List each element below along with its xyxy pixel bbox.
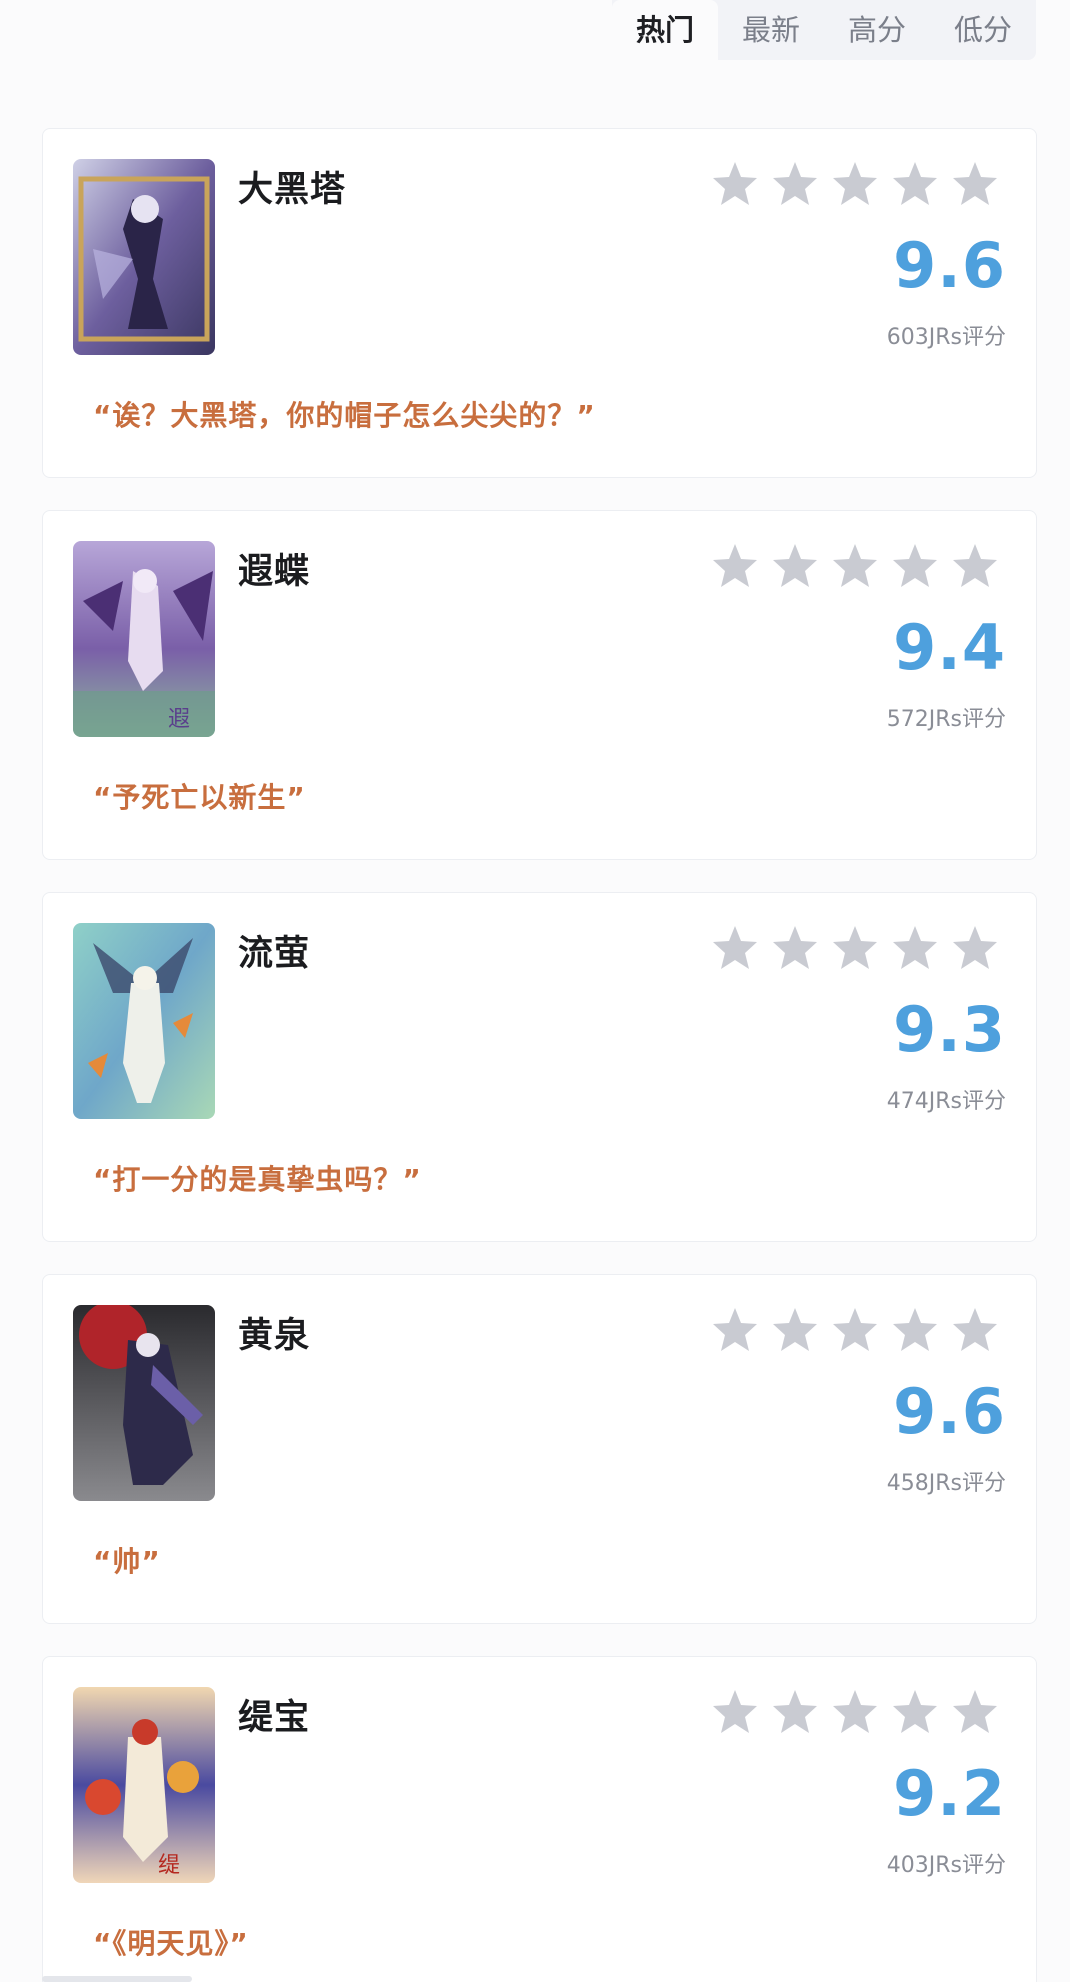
character-card[interactable]: 大黑塔 9.6 603JRs评分 “诶？大黑塔，你的帽子怎么尖尖的？” — [42, 128, 1037, 478]
character-list: 大黑塔 9.6 603JRs评分 “诶？大黑塔，你的帽子怎么尖尖的？” 遐 遐蝶… — [42, 128, 1037, 1982]
star-icon[interactable] — [950, 1687, 1000, 1737]
average-score: 9.6 — [893, 229, 1006, 302]
rating-count: 603JRs评分 — [886, 325, 1006, 350]
tab-low-score[interactable]: 低分 — [930, 0, 1036, 60]
character-portrait-icon[interactable] — [73, 923, 215, 1119]
featured-quote: “予死亡以新生” — [93, 781, 306, 814]
scroll-indicator — [42, 1976, 192, 1982]
star-rating[interactable] — [710, 1687, 1000, 1737]
character-name: 大黑塔 — [238, 170, 347, 210]
character-portrait-icon[interactable] — [73, 159, 215, 355]
star-icon[interactable] — [890, 1687, 940, 1737]
star-icon[interactable] — [710, 1305, 760, 1355]
sort-tabs: 热门 最新 高分 低分 — [612, 0, 1036, 60]
tab-high-score[interactable]: 高分 — [824, 0, 930, 60]
featured-quote: “打一分的是真挚虫吗？” — [93, 1163, 422, 1196]
svg-text:缇: 缇 — [158, 1853, 180, 1878]
star-icon[interactable] — [830, 1305, 880, 1355]
star-icon[interactable] — [830, 159, 880, 209]
character-portrait-icon[interactable]: 遐 — [73, 541, 215, 737]
average-score: 9.3 — [893, 993, 1006, 1066]
star-icon[interactable] — [890, 1305, 940, 1355]
character-name: 流萤 — [238, 934, 311, 974]
star-icon[interactable] — [710, 923, 760, 973]
character-card[interactable]: 遐 遐蝶 9.4 572JRs评分 “予死亡以新生” — [42, 510, 1037, 860]
star-icon[interactable] — [830, 541, 880, 591]
character-name: 缇宝 — [238, 1698, 311, 1738]
rating-count: 572JRs评分 — [886, 707, 1006, 732]
average-score: 9.6 — [893, 1375, 1006, 1448]
star-icon[interactable] — [950, 159, 1000, 209]
character-portrait-icon[interactable] — [73, 1305, 215, 1501]
featured-quote: “《明天见》” — [93, 1927, 249, 1960]
star-icon[interactable] — [890, 923, 940, 973]
tab-hot[interactable]: 热门 — [612, 0, 718, 60]
average-score: 9.2 — [893, 1757, 1006, 1830]
featured-quote: “诶？大黑塔，你的帽子怎么尖尖的？” — [93, 399, 596, 432]
average-score: 9.4 — [893, 611, 1006, 684]
page: 热门 最新 高分 低分 大黑塔 9.6 603JRs评分 “诶？大黑塔，你的帽子… — [0, 0, 1070, 1982]
star-icon[interactable] — [710, 541, 760, 591]
character-name: 遐蝶 — [238, 552, 311, 592]
character-card[interactable]: 缇 缇宝 9.2 403JRs评分 “《明天见》” — [42, 1656, 1037, 1982]
star-icon[interactable] — [710, 159, 760, 209]
star-icon[interactable] — [890, 541, 940, 591]
character-portrait-icon[interactable]: 缇 — [73, 1687, 215, 1883]
star-icon[interactable] — [830, 923, 880, 973]
star-rating[interactable] — [710, 541, 1000, 591]
svg-text:遐: 遐 — [168, 707, 190, 732]
star-icon[interactable] — [950, 923, 1000, 973]
tab-latest[interactable]: 最新 — [718, 0, 824, 60]
star-icon[interactable] — [770, 541, 820, 591]
star-icon[interactable] — [890, 159, 940, 209]
star-icon[interactable] — [830, 1687, 880, 1737]
rating-count: 403JRs评分 — [886, 1853, 1006, 1878]
star-icon[interactable] — [770, 1305, 820, 1355]
star-icon[interactable] — [950, 541, 1000, 591]
star-icon[interactable] — [770, 923, 820, 973]
star-rating[interactable] — [710, 159, 1000, 209]
star-rating[interactable] — [710, 1305, 1000, 1355]
character-card[interactable]: 黄泉 9.6 458JRs评分 “帅” — [42, 1274, 1037, 1624]
star-icon[interactable] — [770, 1687, 820, 1737]
rating-count: 474JRs评分 — [886, 1089, 1006, 1114]
star-rating[interactable] — [710, 923, 1000, 973]
character-name: 黄泉 — [238, 1316, 311, 1356]
rating-count: 458JRs评分 — [886, 1471, 1006, 1496]
character-card[interactable]: 流萤 9.3 474JRs评分 “打一分的是真挚虫吗？” — [42, 892, 1037, 1242]
featured-quote: “帅” — [93, 1545, 161, 1578]
star-icon[interactable] — [710, 1687, 760, 1737]
star-icon[interactable] — [770, 159, 820, 209]
star-icon[interactable] — [950, 1305, 1000, 1355]
